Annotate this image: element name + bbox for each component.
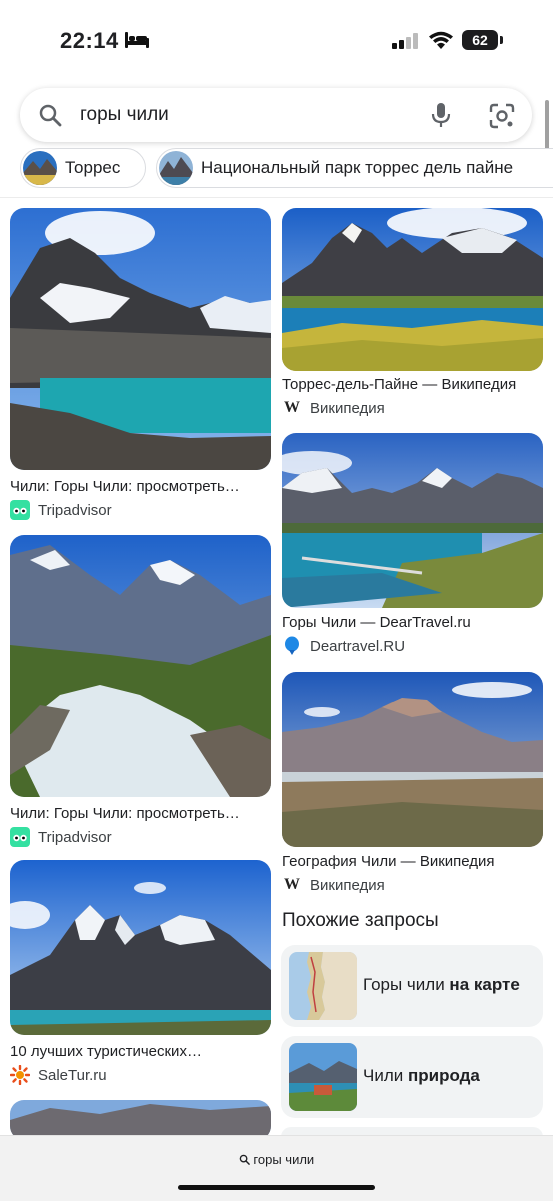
bottom-query-text: горы чили [253,1152,315,1167]
result-source[interactable]: Deartravel.RU [282,636,405,656]
search-bar[interactable]: горы чили [20,88,532,142]
result-image[interactable] [282,208,543,371]
chip-national-park[interactable]: Национальный парк торрес дель пайне [156,148,553,188]
search-icon [39,104,62,127]
wifi-icon [429,31,453,49]
chip-thumbnail [23,151,57,185]
signal-icon [392,33,418,49]
balloon-icon [282,636,302,656]
chip-thumbnail [159,151,193,185]
related-search-item[interactable]: Горы чили на карте [281,945,543,1027]
result-image[interactable] [282,672,543,847]
chip-label: Национальный парк торрес дель пайне [201,158,514,177]
result-title[interactable]: Горы Чили — DearTravel.ru [282,614,543,631]
bottom-address-bar[interactable]: горы чили [0,1135,553,1201]
search-input[interactable]: горы чили [80,104,169,126]
related-search-item[interactable]: Чили природа [281,1036,543,1118]
saletur-icon [10,1065,30,1085]
result-card[interactable]: 10 лучших туристических… SaleTur.ru [10,860,271,1085]
bed-icon [125,32,149,48]
result-source-label: SaleTur.ru [38,1066,107,1084]
home-indicator[interactable] [178,1185,375,1190]
result-title[interactable]: 10 лучших туристических… [10,1043,271,1060]
result-source-label: Википедия [310,876,385,894]
result-card[interactable]: География Чили — Википедия W Википедия [282,672,543,896]
search-icon [239,1154,250,1165]
related-searches-heading: Похожие запросы [282,910,439,931]
result-image[interactable] [10,208,271,470]
mic-icon[interactable] [430,102,452,128]
result-image[interactable] [282,433,543,608]
related-thumbnail [289,1043,357,1111]
result-title[interactable]: Чили: Горы Чили: просмотреть… [10,805,271,822]
related-search-label[interactable]: Чили природа [363,1066,480,1086]
clock: 22:14 [60,28,119,53]
result-source[interactable]: Tripadvisor [10,500,112,520]
status-bar: 22:14 62 [0,0,553,80]
bottom-query[interactable]: горы чили [0,1152,553,1167]
divider [0,197,553,198]
result-source[interactable]: SaleTur.ru [10,1065,107,1085]
suggestion-chips: Торрес Национальный парк торрес дель пай… [0,148,553,190]
result-source[interactable]: W Википедия [282,875,385,895]
lens-icon[interactable] [489,103,515,129]
result-source-label: Tripadvisor [38,501,112,519]
battery-nub [500,36,503,44]
result-source-label: Deartravel.RU [310,637,406,655]
wikipedia-icon: W [284,876,300,893]
related-thumbnail [289,952,357,1020]
tripadvisor-icon [10,827,30,847]
wikipedia-icon: W [284,399,300,416]
result-image[interactable] [10,860,271,1035]
result-source[interactable]: W Википедия [282,398,385,418]
result-card[interactable]: Торрес-дель-Пайне — Википедия W Википеди… [282,208,543,420]
result-card[interactable]: Чили: Горы Чили: просмотреть… Tripadviso… [10,208,271,520]
tripadvisor-icon [10,500,30,520]
result-image[interactable] [10,1100,271,1140]
result-card[interactable]: Чили: Горы Чили: просмотреть… Tripadviso… [10,535,271,847]
chip-label: Торрес [65,158,121,177]
result-title[interactable]: География Чили — Википедия [282,853,543,870]
result-image[interactable] [10,535,271,797]
chip-torres[interactable]: Торрес [20,148,146,188]
result-source-label: Википедия [310,399,385,417]
result-card[interactable]: Горы Чили — DearTravel.ru Deartravel.RU [282,433,543,658]
result-title[interactable]: Чили: Горы Чили: просмотреть… [10,478,271,495]
result-source-label: Tripadvisor [38,828,112,846]
result-title[interactable]: Торрес-дель-Пайне — Википедия [282,376,543,393]
result-source[interactable]: Tripadvisor [10,827,112,847]
result-card[interactable] [10,1100,271,1140]
related-search-label[interactable]: Горы чили на карте [363,975,520,995]
battery-icon: 62 [462,30,498,50]
